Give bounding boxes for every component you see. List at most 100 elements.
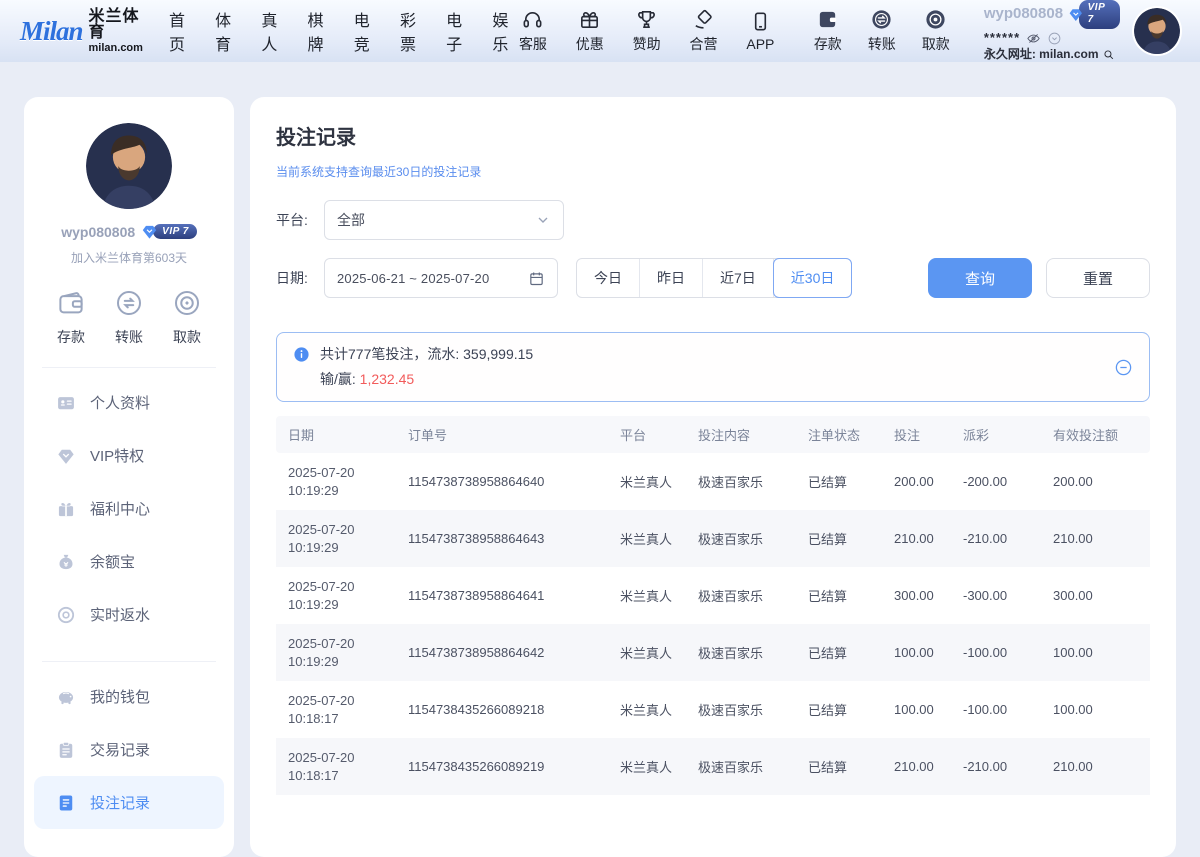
sidebar-item-label: 交易记录 <box>90 739 150 760</box>
nav-item[interactable]: 真人 <box>261 7 280 55</box>
cell-platform: 米兰真人 <box>606 586 684 605</box>
vip-badge[interactable]: VIP 7 <box>1068 0 1120 29</box>
nav-item[interactable]: 首页 <box>169 7 188 55</box>
nav-item[interactable]: 体育 <box>215 7 234 55</box>
table-row[interactable]: 2025-07-2010:19:29 1154738738958864641 米… <box>276 567 1150 624</box>
transfer-label: 转账 <box>868 34 896 54</box>
nav-item[interactable]: 电竞 <box>354 7 373 55</box>
withdraw-outline-icon <box>172 288 202 318</box>
table-row[interactable]: 2025-07-2010:19:29 1154738738958864642 米… <box>276 624 1150 681</box>
sidebar-item-label: 我的钱包 <box>90 686 150 707</box>
customer-service-button[interactable]: 客服 <box>512 8 555 54</box>
reset-button[interactable]: 重置 <box>1046 258 1150 298</box>
magnifier-icon[interactable] <box>1102 48 1115 61</box>
masked-balance: ****** <box>984 30 1020 46</box>
cell-order-id: 1154738738958864643 <box>394 531 606 546</box>
sidebar-deposit-label: 存款 <box>57 327 85 347</box>
table-row[interactable]: 2025-07-2010:18:17 1154738435266089218 米… <box>276 681 1150 738</box>
range-30days-button[interactable]: 近30日 <box>773 258 853 298</box>
vip-gem-icon <box>1068 6 1084 23</box>
col-header-order: 订单号 <box>394 425 606 444</box>
chevron-down-icon <box>535 212 551 228</box>
summary-banner: 共计777笔投注，流水: 359,999.15 输/赢: 1,232.45 <box>276 332 1150 402</box>
rebate-circle-icon <box>56 605 76 625</box>
cell-valid-bet: 200.00 <box>1039 474 1150 489</box>
cell-bet: 100.00 <box>880 645 949 660</box>
nav-item[interactable]: 娱乐 <box>492 7 511 55</box>
partnership-button[interactable]: 合营 <box>682 8 725 54</box>
deposit-button[interactable]: 存款 <box>806 8 850 54</box>
nav-item[interactable]: 棋牌 <box>308 7 327 55</box>
cell-time: 10:19:29 <box>288 540 339 555</box>
sidebar-avatar[interactable] <box>86 123 172 209</box>
cell-bet: 200.00 <box>880 474 949 489</box>
withdraw-button[interactable]: 取款 <box>914 8 958 54</box>
sidebar-vip-badge[interactable]: VIP 7 <box>141 223 197 240</box>
cell-platform: 米兰真人 <box>606 529 684 548</box>
avatar-image <box>1134 8 1180 54</box>
cell-payout: -210.00 <box>949 531 1039 546</box>
cell-date: 2025-07-20 <box>288 693 355 708</box>
divider <box>42 367 216 368</box>
cell-content: 极速百家乐 <box>684 757 794 776</box>
cell-status: 已结算 <box>794 643 880 662</box>
money-pouch-icon <box>56 552 76 572</box>
sidebar-item-label: 个人资料 <box>90 392 150 413</box>
chevron-circle-icon[interactable] <box>1047 31 1062 46</box>
col-header-bet: 投注 <box>880 425 949 444</box>
bet-records-table: 日期 订单号 平台 投注内容 注单状态 投注 派彩 有效投注额 2025-07-… <box>276 416 1150 795</box>
range-yesterday-button[interactable]: 昨日 <box>640 259 703 297</box>
sidebar-withdraw-button[interactable]: 取款 <box>172 288 202 347</box>
cell-order-id: 1154738738958864641 <box>394 588 606 603</box>
date-range-input[interactable]: 2025-06-21 ~ 2025-07-20 <box>324 258 558 298</box>
platform-select[interactable]: 全部 <box>324 200 564 240</box>
cell-order-id: 1154738435266089219 <box>394 759 606 774</box>
piggy-bank-icon <box>56 687 76 707</box>
sidebar-transfer-button[interactable]: 转账 <box>114 288 144 347</box>
site-logo[interactable]: Milan 米兰体育 milan.com <box>20 9 143 54</box>
table-row[interactable]: 2025-07-2010:18:17 1154738435266089219 米… <box>276 738 1150 795</box>
cell-status: 已结算 <box>794 586 880 605</box>
sidebar-item-label: 福利中心 <box>90 498 150 519</box>
sidebar-item-rebate[interactable]: 实时返水 <box>34 588 224 641</box>
cell-content: 极速百家乐 <box>684 643 794 662</box>
transfer-button[interactable]: 转账 <box>860 8 904 54</box>
nav-item[interactable]: 彩票 <box>400 7 419 55</box>
table-row[interactable]: 2025-07-2010:19:29 1154738738958864643 米… <box>276 510 1150 567</box>
sidebar-item-bet-records[interactable]: 投注记录 <box>34 776 224 829</box>
cell-bet: 210.00 <box>880 759 949 774</box>
vip-gem-gray-icon <box>56 446 76 466</box>
date-range-value: 2025-06-21 ~ 2025-07-20 <box>337 271 528 286</box>
search-button[interactable]: 查询 <box>928 258 1032 298</box>
collapse-icon[interactable] <box>1114 358 1133 377</box>
promotions-button[interactable]: 优惠 <box>568 8 611 54</box>
cell-bet: 300.00 <box>880 588 949 603</box>
range-today-button[interactable]: 今日 <box>577 259 640 297</box>
sidebar-item-yuebao[interactable]: 余额宝 <box>34 535 224 588</box>
sidebar-item-vip[interactable]: VIP特权 <box>34 429 224 482</box>
cell-order-id: 1154738738958864642 <box>394 645 606 660</box>
col-header-status: 注单状态 <box>794 425 880 444</box>
info-icon <box>293 346 310 363</box>
page-subtitle: 当前系统支持查询最近30日的投注记录 <box>276 163 1150 180</box>
app-download-button[interactable]: APP <box>739 10 782 52</box>
sidebar-item-welfare[interactable]: 福利中心 <box>34 482 224 535</box>
sidebar-deposit-button[interactable]: 存款 <box>56 288 86 347</box>
sidebar-item-wallet[interactable]: 我的钱包 <box>34 670 224 723</box>
cell-valid-bet: 300.00 <box>1039 588 1150 603</box>
sponsor-button[interactable]: 赞助 <box>625 8 668 54</box>
sidebar-item-transactions[interactable]: 交易记录 <box>34 723 224 776</box>
cell-platform: 米兰真人 <box>606 757 684 776</box>
sponsor-label: 赞助 <box>633 34 661 54</box>
range-7days-button[interactable]: 近7日 <box>703 259 774 297</box>
eye-off-icon[interactable] <box>1026 31 1041 46</box>
cell-content: 极速百家乐 <box>684 700 794 719</box>
sidebar-item-profile[interactable]: 个人资料 <box>34 376 224 429</box>
nav-item[interactable]: 电子 <box>446 7 465 55</box>
sidebar-transfer-label: 转账 <box>115 327 143 347</box>
cell-payout: -210.00 <box>949 759 1039 774</box>
table-row[interactable]: 2025-07-2010:19:29 1154738738958864640 米… <box>276 453 1150 510</box>
user-avatar[interactable] <box>1134 8 1180 54</box>
app-label: APP <box>746 36 774 52</box>
vip-level-label: VIP 7 <box>153 224 197 239</box>
